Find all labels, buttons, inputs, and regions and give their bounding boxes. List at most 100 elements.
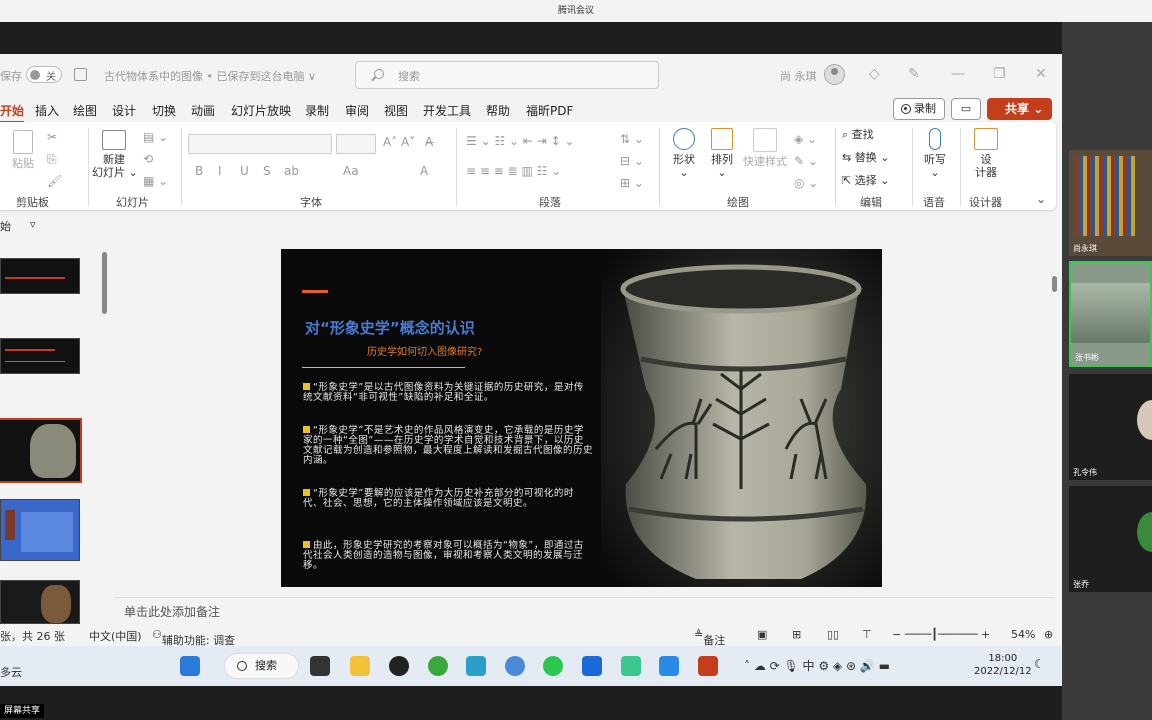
smartart-icon[interactable]: ⊞ ⌄ <box>620 176 644 190</box>
slide-canvas[interactable]: 对“形象史学”概念的认识 历史学如何切入图像研究? “形象史学”是以古代图像资料… <box>281 249 882 587</box>
tab-12[interactable]: 福昕PDF <box>526 102 573 119</box>
reset-icon[interactable]: ⟲ <box>143 152 153 166</box>
font-format-button[interactable]: U <box>240 164 249 178</box>
bullets-icon[interactable]: ☰ ⌄ ☷ ⌄ ⇤ ⇥ ↕ ⌄ <box>466 134 575 148</box>
tab-1[interactable]: 插入 <box>35 102 59 119</box>
participant-video[interactable]: 张乔 <box>1069 486 1152 592</box>
monitor-icon[interactable] <box>466 656 486 676</box>
replace-button[interactable]: ⇆ 替换 ⌄ <box>842 151 889 164</box>
app-icon[interactable] <box>621 656 641 676</box>
dictate-button[interactable]: 听写 ⌄ <box>920 128 950 179</box>
tab-4[interactable]: 切换 <box>152 102 176 119</box>
zoom-app-icon[interactable] <box>659 656 679 676</box>
notes-pane[interactable]: 单击此处添加备注 <box>115 597 1055 623</box>
slide-scrollbar[interactable] <box>1050 244 1060 624</box>
slide-thumbnail[interactable] <box>0 258 80 294</box>
font-size-select[interactable] <box>336 134 376 154</box>
tab-11[interactable]: 帮助 <box>486 102 510 119</box>
font-format-button[interactable]: A <box>420 164 428 178</box>
section-icon[interactable]: ▦ ⌄ <box>143 174 168 188</box>
user-name[interactable]: 尚 永琪 <box>780 68 817 84</box>
pen-icon[interactable]: ✎ <box>908 66 920 82</box>
normal-view-icon[interactable]: ▣ <box>757 628 767 641</box>
slide-thumbnail[interactable] <box>0 338 80 374</box>
tab-7[interactable]: 录制 <box>305 102 329 119</box>
fill-icon[interactable]: ◈ ⌄ <box>794 132 817 146</box>
save-icon[interactable] <box>74 68 87 81</box>
system-tray-icons[interactable]: ˄ ☁ ⟳ 🎙 中 ⚙ ◈ ⊛ 🔊 ▬ <box>744 657 890 674</box>
powerpoint-icon[interactable] <box>698 656 718 676</box>
text-direction-icon[interactable]: ⇅ ⌄ <box>620 132 644 146</box>
language-status[interactable]: 中文(中国) <box>89 628 142 644</box>
minimize-icon[interactable]: — <box>951 66 965 82</box>
file-explorer-icon[interactable] <box>350 656 370 676</box>
record-button[interactable]: 录制 <box>893 98 945 120</box>
shape-button[interactable]: 形状 ⌄ <box>668 128 700 179</box>
globe-icon[interactable] <box>505 656 525 676</box>
wechat-icon[interactable] <box>543 656 563 676</box>
effects-icon[interactable]: ◎ ⌄ <box>794 176 818 190</box>
qat-dropdown-icon[interactable]: ▿ <box>30 218 36 231</box>
outline-icon[interactable]: ✎ ⌄ <box>794 154 818 168</box>
tab-8[interactable]: 审阅 <box>345 102 369 119</box>
diamond-icon[interactable]: ◇ <box>869 66 880 82</box>
participant-video[interactable]: 尚永琪 <box>1069 150 1152 256</box>
align-icons[interactable]: ≡ ≡ ≡ ≣ ▥ ☷ ⌄ <box>466 164 561 178</box>
dell-icon[interactable] <box>389 656 409 676</box>
notification-icon[interactable]: ☾ <box>1034 657 1045 671</box>
taskbar-clock[interactable]: 18:00 2022/12/12 <box>974 652 1032 678</box>
paste-button[interactable]: 粘贴 <box>10 130 36 170</box>
thumbnail-scrollbar[interactable] <box>101 242 109 622</box>
grow-font-icon[interactable]: A˄ A˅ <box>383 135 415 149</box>
font-family-select[interactable] <box>188 134 332 154</box>
cut-icon[interactable]: ✂ <box>47 130 57 144</box>
slide-thumbnail[interactable] <box>0 580 80 624</box>
designer-button[interactable]: 设 计器 <box>968 128 1004 179</box>
participant-video-active[interactable]: 张书彬 <box>1069 261 1152 367</box>
tencent-meeting-icon[interactable] <box>582 656 602 676</box>
tab-3[interactable]: 设计 <box>112 102 136 119</box>
zoom-level[interactable]: 54% <box>1011 628 1035 641</box>
taskbar-search[interactable]: 搜索 <box>224 653 299 679</box>
tab-9[interactable]: 视图 <box>384 102 408 119</box>
find-button[interactable]: ⌕ 查找 <box>842 128 874 141</box>
font-format-button[interactable]: I <box>218 164 222 178</box>
quick-style-button[interactable]: 快速样式 <box>742 128 788 168</box>
search-box[interactable]: 搜索 <box>355 61 659 89</box>
layout-icon[interactable]: ▤ ⌄ <box>143 130 168 144</box>
slide-thumbnail[interactable] <box>0 499 80 561</box>
slideshow-icon[interactable]: ⊤ <box>862 628 872 641</box>
font-format-button[interactable]: Aa <box>343 164 359 178</box>
align-text-icon[interactable]: ⊟ ⌄ <box>620 154 644 168</box>
browser-icon[interactable] <box>428 656 448 676</box>
collapse-ribbon-icon[interactable]: ⌄ <box>1036 192 1046 206</box>
tab-5[interactable]: 动画 <box>191 102 215 119</box>
task-view-icon[interactable] <box>310 656 330 676</box>
clear-format-icon[interactable]: A̶ <box>425 135 433 149</box>
reading-view-icon[interactable]: ▯▯ <box>827 628 839 641</box>
arrange-button[interactable]: 排列 ⌄ <box>706 128 738 179</box>
format-painter-icon[interactable]: 🖌 <box>47 174 62 188</box>
font-format-button[interactable]: B <box>195 164 203 178</box>
font-format-button[interactable]: S <box>263 164 271 178</box>
fit-slide-icon[interactable]: ⊕ <box>1044 628 1053 641</box>
select-button[interactable]: ⇱ 选择 ⌄ <box>842 174 889 187</box>
start-icon[interactable] <box>180 656 200 676</box>
share-button[interactable]: 共享 ⌄ <box>987 98 1052 120</box>
font-format-button[interactable]: ab <box>284 164 299 178</box>
document-title[interactable]: 古代物体系中的图像 • 已保存到这台电脑 ∨ <box>104 68 316 84</box>
restore-icon[interactable]: ❐ <box>993 66 1006 82</box>
avatar[interactable] <box>824 64 845 85</box>
slide-thumbnail-selected[interactable] <box>0 418 82 483</box>
zoom-slider[interactable]: − ────┃────── + <box>892 628 990 641</box>
notes-button[interactable]: ≜ 备注 <box>694 628 725 647</box>
close-icon[interactable]: ✕ <box>1035 66 1047 82</box>
copy-icon[interactable]: ⎘ <box>47 152 57 167</box>
slide-sorter-icon[interactable]: ⊞ <box>792 628 801 641</box>
tab-2[interactable]: 绘图 <box>73 102 97 119</box>
accessibility-status[interactable]: ⚇ 辅助功能: 调查 <box>152 628 235 647</box>
participant-video[interactable]: 孔令伟 <box>1069 374 1152 480</box>
autosave-toggle[interactable]: 关 <box>26 66 62 83</box>
tab-10[interactable]: 开发工具 <box>423 102 471 119</box>
tab-6[interactable]: 幻灯片放映 <box>231 102 291 119</box>
